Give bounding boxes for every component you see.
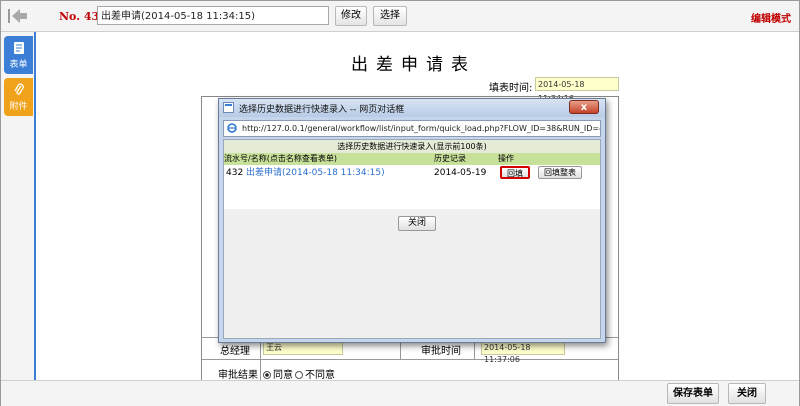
document-icon — [13, 42, 24, 54]
fill-back-button[interactable]: 回填 — [500, 166, 530, 179]
address-url: http://127.0.0.1/general/workflow/list/i… — [242, 124, 601, 133]
dialog-close-icon[interactable]: x — [569, 100, 599, 114]
dialog-titlebar[interactable]: 选择历史数据进行快速录入 -- 网页对话框 x — [219, 99, 605, 117]
list-empty-area — [224, 181, 600, 209]
address-bar[interactable]: http://127.0.0.1/general/workflow/list/i… — [223, 120, 601, 137]
paperclip-icon — [13, 83, 24, 95]
column-divider — [260, 337, 261, 381]
agree-option[interactable]: 同意 — [263, 366, 293, 381]
general-manager-field[interactable]: 王云 — [263, 341, 343, 355]
disagree-radio[interactable] — [295, 371, 303, 379]
dialog-body: 选择历史数据进行快速录入(显示前100条) 流水号/名称(点击名称查看表单) 历… — [223, 139, 601, 339]
tab-form[interactable]: 表单 — [4, 36, 33, 74]
top-toolbar: No. 432 出差申请(2014-05-18 11:34:15) 修改 选择 … — [1, 1, 799, 32]
ie-page-icon — [223, 102, 234, 113]
dialog-close-button[interactable]: 关闭 — [398, 216, 436, 231]
header-history: 历史记录 — [434, 154, 466, 163]
history-data-dialog: 选择历史数据进行快速录入 -- 网页对话框 x http://127.0.0.1… — [218, 98, 606, 343]
disagree-option[interactable]: 不同意 — [295, 366, 335, 381]
header-name: 流水号/名称(点击名称查看表单) — [224, 154, 337, 163]
tab-attachment-label: 附件 — [9, 102, 28, 112]
side-tab-bar: 表单 附件 — [1, 32, 36, 380]
header-action: 操作 — [498, 154, 514, 163]
form-title: 出差申请表 — [351, 55, 476, 75]
fill-time-field[interactable]: 2014-05-18 11:34:16 — [535, 77, 619, 103]
approve-time-label: 审批时间 — [421, 346, 461, 357]
app-window: No. 432 出差申请(2014-05-18 11:34:15) 修改 选择 … — [0, 0, 800, 406]
row-id: 432 — [226, 168, 244, 178]
row-date: 2014-05-19 — [434, 168, 487, 178]
select-button[interactable]: 选择 — [373, 6, 407, 26]
approval-result-label: 审批结果 — [218, 370, 258, 381]
ie-logo-icon — [227, 123, 237, 133]
close-button[interactable]: 关闭 — [728, 383, 766, 404]
row-name-link[interactable]: 出差申请(2014-05-18 11:34:15) — [246, 165, 385, 181]
list-item: 432 出差申请(2014-05-18 11:34:15) 2014-05-19… — [224, 165, 600, 181]
approve-time-field[interactable]: 2014-05-18 11:37:06 — [481, 341, 565, 364]
fill-time-label: 填表时间: — [489, 83, 533, 94]
list-caption: 选择历史数据进行快速录入(显示前100条) — [224, 140, 600, 153]
general-manager-label: 总经理 — [220, 346, 250, 357]
dialog-title: 选择历史数据进行快速录入 -- 网页对话框 — [239, 105, 405, 115]
row-divider — [202, 359, 618, 360]
edit-mode-label: 编辑模式 — [751, 14, 791, 25]
back-arrow-icon[interactable] — [7, 6, 29, 26]
fill-whole-form-button[interactable]: 回填整表 — [538, 166, 582, 179]
list-header: 流水号/名称(点击名称查看表单) 历史记录 操作 — [224, 153, 600, 165]
tab-form-label: 表单 — [9, 60, 28, 70]
run-title-input[interactable]: 出差申请(2014-05-18 11:34:15) — [97, 6, 329, 25]
tab-attachment[interactable]: 附件 — [4, 78, 33, 116]
agree-radio[interactable] — [263, 371, 271, 379]
save-form-button[interactable]: 保存表单 — [667, 383, 719, 404]
edit-button[interactable]: 修改 — [335, 6, 367, 26]
bottom-toolbar: 保存表单 关闭 — [1, 380, 799, 406]
